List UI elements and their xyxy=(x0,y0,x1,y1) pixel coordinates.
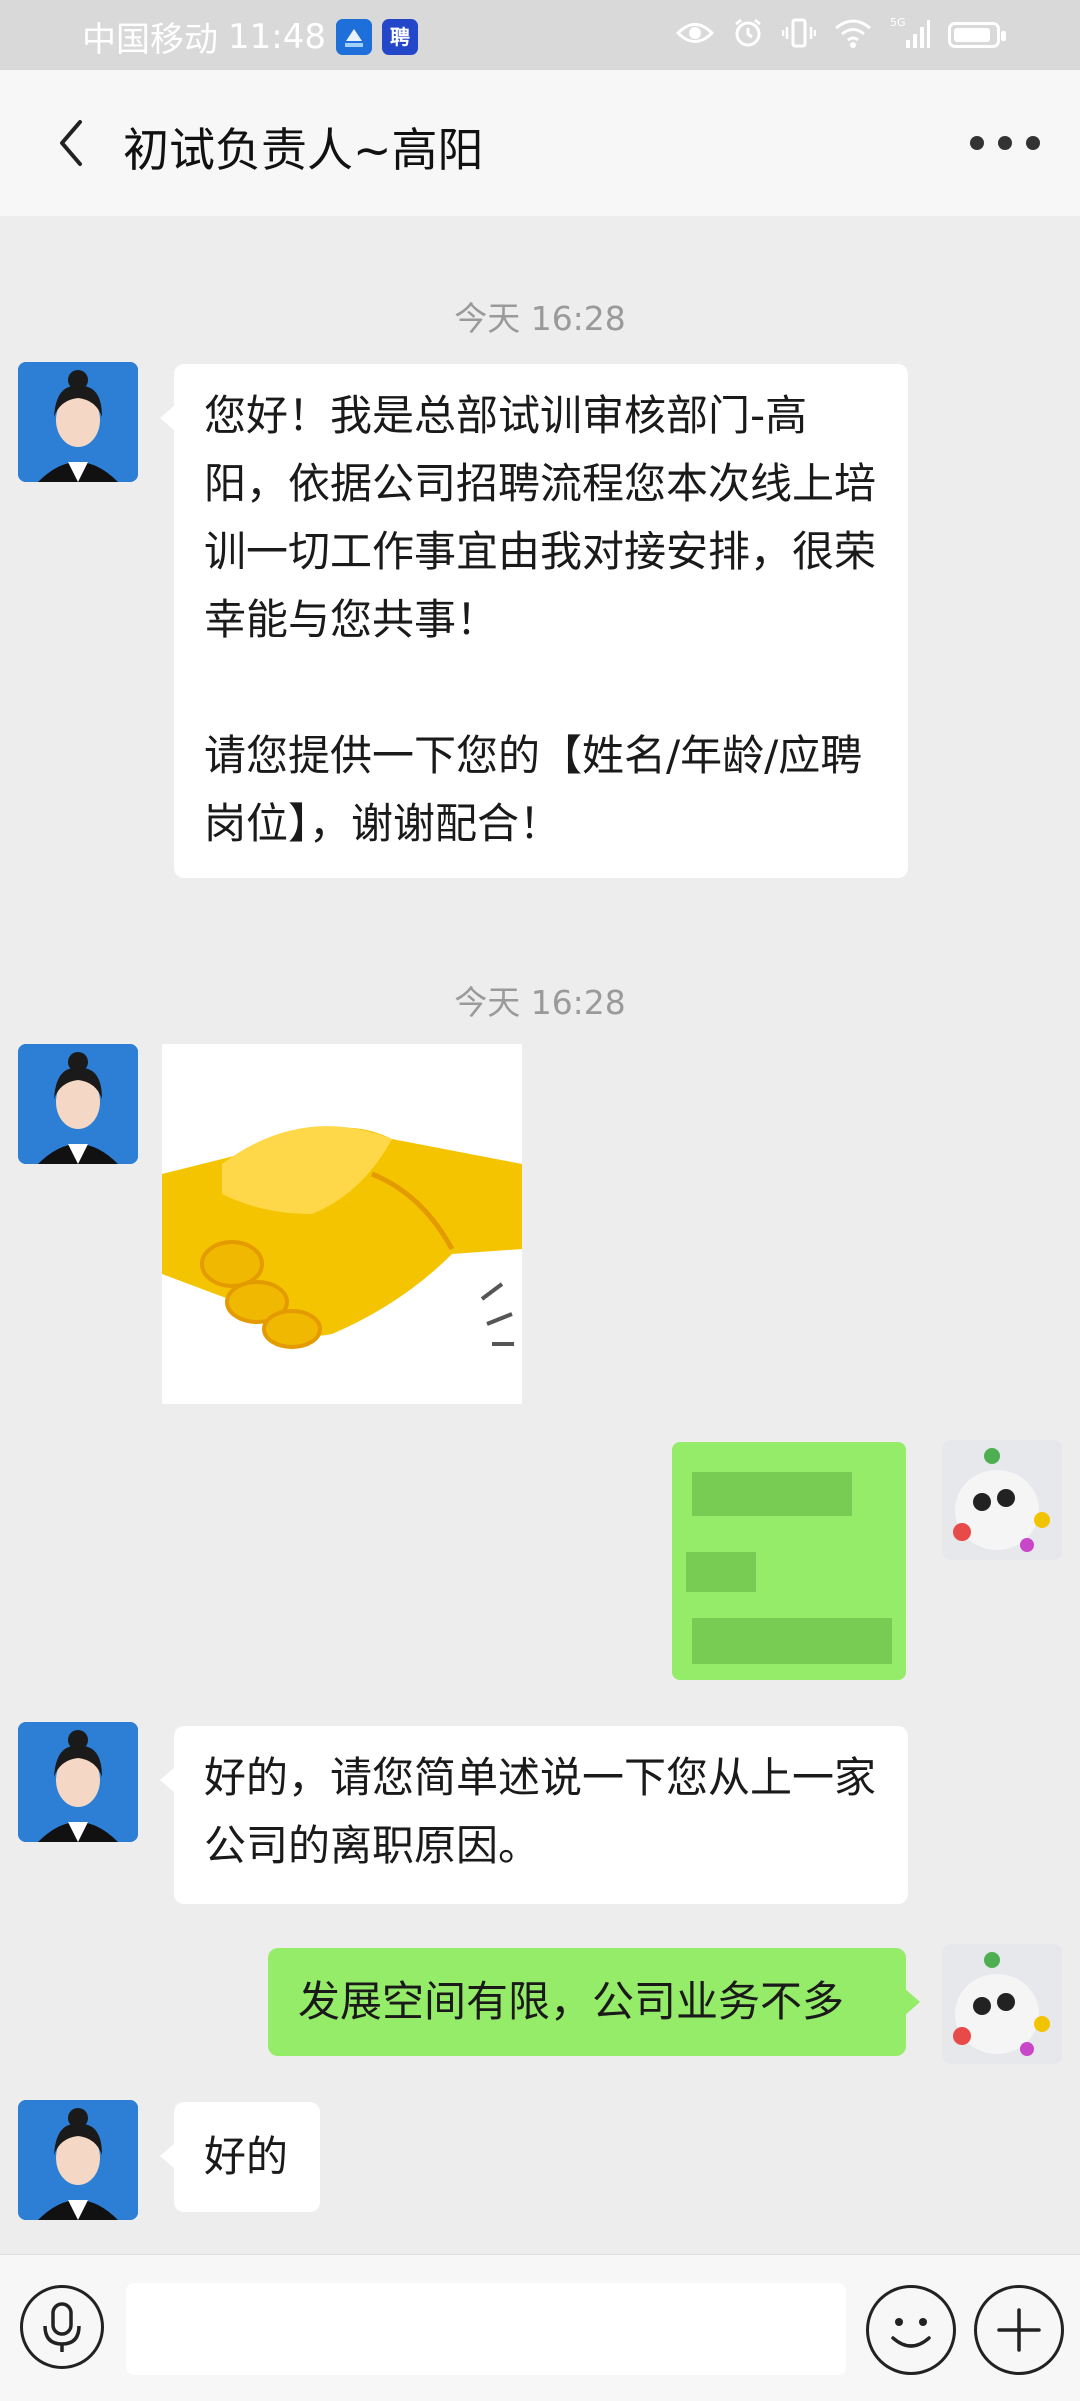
message-timestamp: 今天 16:28 xyxy=(454,299,626,338)
network-type-label: 5G xyxy=(890,16,906,29)
message-timestamp: 今天 16:28 xyxy=(454,983,626,1022)
contact-avatar[interactable] xyxy=(18,1722,138,1842)
dot-icon xyxy=(1026,136,1040,150)
back-button[interactable] xyxy=(48,110,98,176)
message-bubble-incoming[interactable]: 好的，请您简单述说一下您从上一家公司的离职原因。 xyxy=(160,1726,908,1904)
microphone-icon xyxy=(43,2302,81,2352)
status-right: 5G xyxy=(675,16,1006,54)
alarm-icon xyxy=(732,17,764,53)
more-functions-button[interactable] xyxy=(974,2285,1064,2375)
self-avatar[interactable] xyxy=(942,1944,1062,2064)
blurred-outgoing-message[interactable] xyxy=(672,1442,906,1680)
more-options-button[interactable] xyxy=(970,126,1040,160)
status-bar: 中国移动 11:48 聘 5G xyxy=(0,0,1080,70)
status-left: 中国移动 11:48 聘 xyxy=(82,12,418,61)
message-bubble-outgoing[interactable]: 发展空间有限，公司业务不多 xyxy=(268,1948,920,2056)
zhaopin-app-icon xyxy=(335,18,372,55)
message-bubble-incoming[interactable]: 您好！我是总部试训审核部门-高阳，依据公司招聘流程您本次线上培训一切工作事宜由我… xyxy=(160,364,908,878)
handshake-sticker[interactable] xyxy=(162,1044,522,1404)
contact-avatar[interactable] xyxy=(18,2100,138,2220)
clock: 11:48 xyxy=(228,16,326,57)
wifi-icon xyxy=(834,18,872,52)
dot-icon xyxy=(970,136,984,150)
contact-avatar[interactable] xyxy=(18,362,138,482)
message-input[interactable] xyxy=(126,2283,846,2375)
eye-comfort-icon xyxy=(675,20,715,50)
self-avatar[interactable] xyxy=(942,1440,1062,1560)
redacted-block xyxy=(686,1552,756,1592)
signal-icon: 5G xyxy=(890,16,930,54)
emoji-button[interactable] xyxy=(866,2285,956,2375)
chat-header: 初试负责人~高阳 xyxy=(0,70,1080,216)
redacted-block xyxy=(692,1618,892,1664)
contact-avatar[interactable] xyxy=(18,1044,138,1164)
chat-title: 初试负责人~高阳 xyxy=(123,123,484,177)
voice-input-button[interactable] xyxy=(20,2285,104,2369)
redacted-block xyxy=(692,1472,852,1516)
dot-icon xyxy=(998,136,1012,150)
vibrate-icon xyxy=(781,17,817,53)
chevron-left-icon xyxy=(60,120,82,166)
input-bar xyxy=(0,2254,1080,2401)
message-bubble-incoming[interactable]: 好的 xyxy=(160,2102,320,2212)
pin-app-icon: 聘 xyxy=(381,18,418,55)
smiley-icon xyxy=(891,2318,931,2348)
battery-icon xyxy=(948,22,1006,48)
carrier-label: 中国移动 xyxy=(82,20,218,60)
plus-icon xyxy=(997,2308,1041,2352)
